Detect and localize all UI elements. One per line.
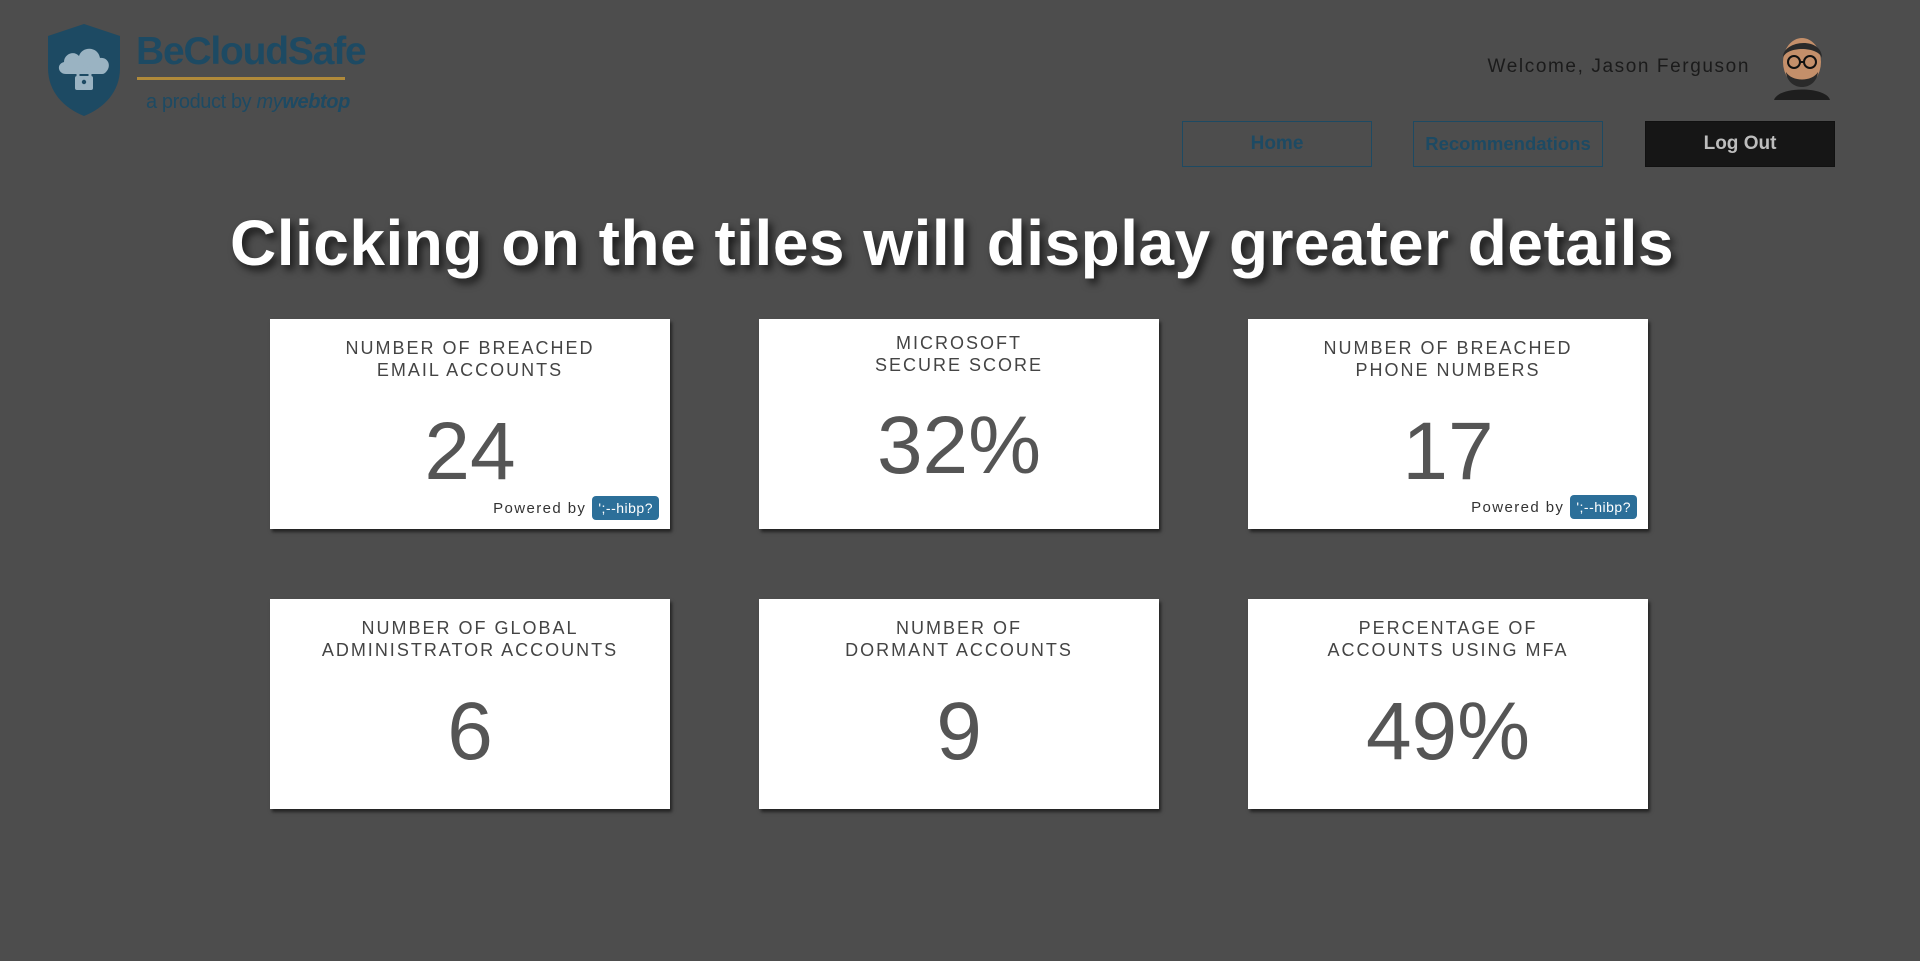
tile-title-line: NUMBER OF (896, 618, 1022, 638)
tile-title-line: NUMBER OF BREACHED (1323, 338, 1573, 358)
recommendations-button[interactable]: Recommendations (1413, 121, 1603, 167)
tile-title-line: PERCENTAGE OF (1358, 618, 1538, 638)
tile-value: 32% (876, 400, 1042, 491)
tile-title-line: SECURE SCORE (874, 355, 1044, 375)
tile-breached-phone[interactable]: NUMBER OF BREACHED PHONE NUMBERS 17 Powe… (1248, 319, 1648, 529)
brand-tagline: a product by mywebtop (146, 92, 350, 112)
page-headline: Clicking on the tiles will display great… (229, 207, 1675, 279)
tile-title-line: EMAIL ACCOUNTS (376, 360, 564, 380)
tile-title-line: DORMANT ACCOUNTS (845, 640, 1073, 660)
brand-rule (137, 77, 345, 80)
tile-value: 9 (936, 686, 982, 777)
tile-title-line: MICROSOFT (896, 333, 1022, 353)
powered-by: Powered by ';--hibp? (1471, 495, 1637, 519)
tile-title: NUMBER OF DORMANT ACCOUNTS (759, 617, 1159, 661)
tile-title: PERCENTAGE OF ACCOUNTS USING MFA (1248, 617, 1648, 661)
powered-by-text: Powered by (1471, 498, 1565, 516)
powered-by: Powered by ';--hibp? (493, 496, 659, 520)
tagline-brand-b: webtop (282, 91, 350, 113)
brand-name: BeCloudSafe (136, 30, 367, 73)
tile-title: NUMBER OF BREACHED PHONE NUMBERS (1248, 337, 1648, 381)
tagline-prefix: a product by (146, 91, 252, 113)
logout-button[interactable]: Log Out (1645, 121, 1835, 167)
tile-title-line: ADMINISTRATOR ACCOUNTS (321, 640, 619, 660)
tile-mfa-percentage[interactable]: PERCENTAGE OF ACCOUNTS USING MFA 49% (1248, 599, 1648, 809)
tile-title-line: ACCOUNTS USING MFA (1327, 640, 1569, 660)
hibp-badge[interactable]: ';--hibp? (1570, 495, 1637, 519)
tile-title-line: PHONE NUMBERS (1355, 360, 1541, 380)
hibp-badge[interactable]: ';--hibp? (592, 496, 659, 520)
welcome-text: Welcome, Jason Ferguson (1487, 56, 1750, 77)
tagline-brand: mywebtop (256, 91, 350, 113)
home-button[interactable]: Home (1182, 121, 1372, 167)
brand-logo[interactable]: BeCloudSafe a product by mywebtop (44, 22, 367, 122)
tile-title: NUMBER OF BREACHED EMAIL ACCOUNTS (270, 337, 670, 381)
tile-title-line: NUMBER OF GLOBAL (361, 618, 579, 638)
tile-breached-email[interactable]: NUMBER OF BREACHED EMAIL ACCOUNTS 24 Pow… (270, 319, 670, 529)
tile-title: NUMBER OF GLOBAL ADMINISTRATOR ACCOUNTS (270, 617, 670, 661)
tile-title-line: NUMBER OF BREACHED (345, 338, 595, 358)
tile-value: 17 (1402, 406, 1494, 497)
tile-value: 49% (1365, 686, 1531, 777)
powered-by-text: Powered by (493, 499, 587, 517)
tile-dormant-accounts[interactable]: NUMBER OF DORMANT ACCOUNTS 9 (759, 599, 1159, 809)
tile-value: 24 (424, 406, 516, 497)
tile-value: 6 (447, 686, 493, 777)
tile-global-admins[interactable]: NUMBER OF GLOBAL ADMINISTRATOR ACCOUNTS … (270, 599, 670, 809)
shield-cloud-lock-icon (48, 24, 120, 116)
tagline-brand-a: my (256, 91, 283, 113)
tile-title: MICROSOFT SECURE SCORE (759, 332, 1159, 376)
tile-secure-score[interactable]: MICROSOFT SECURE SCORE 32% (759, 319, 1159, 529)
user-avatar[interactable] (1772, 32, 1832, 100)
